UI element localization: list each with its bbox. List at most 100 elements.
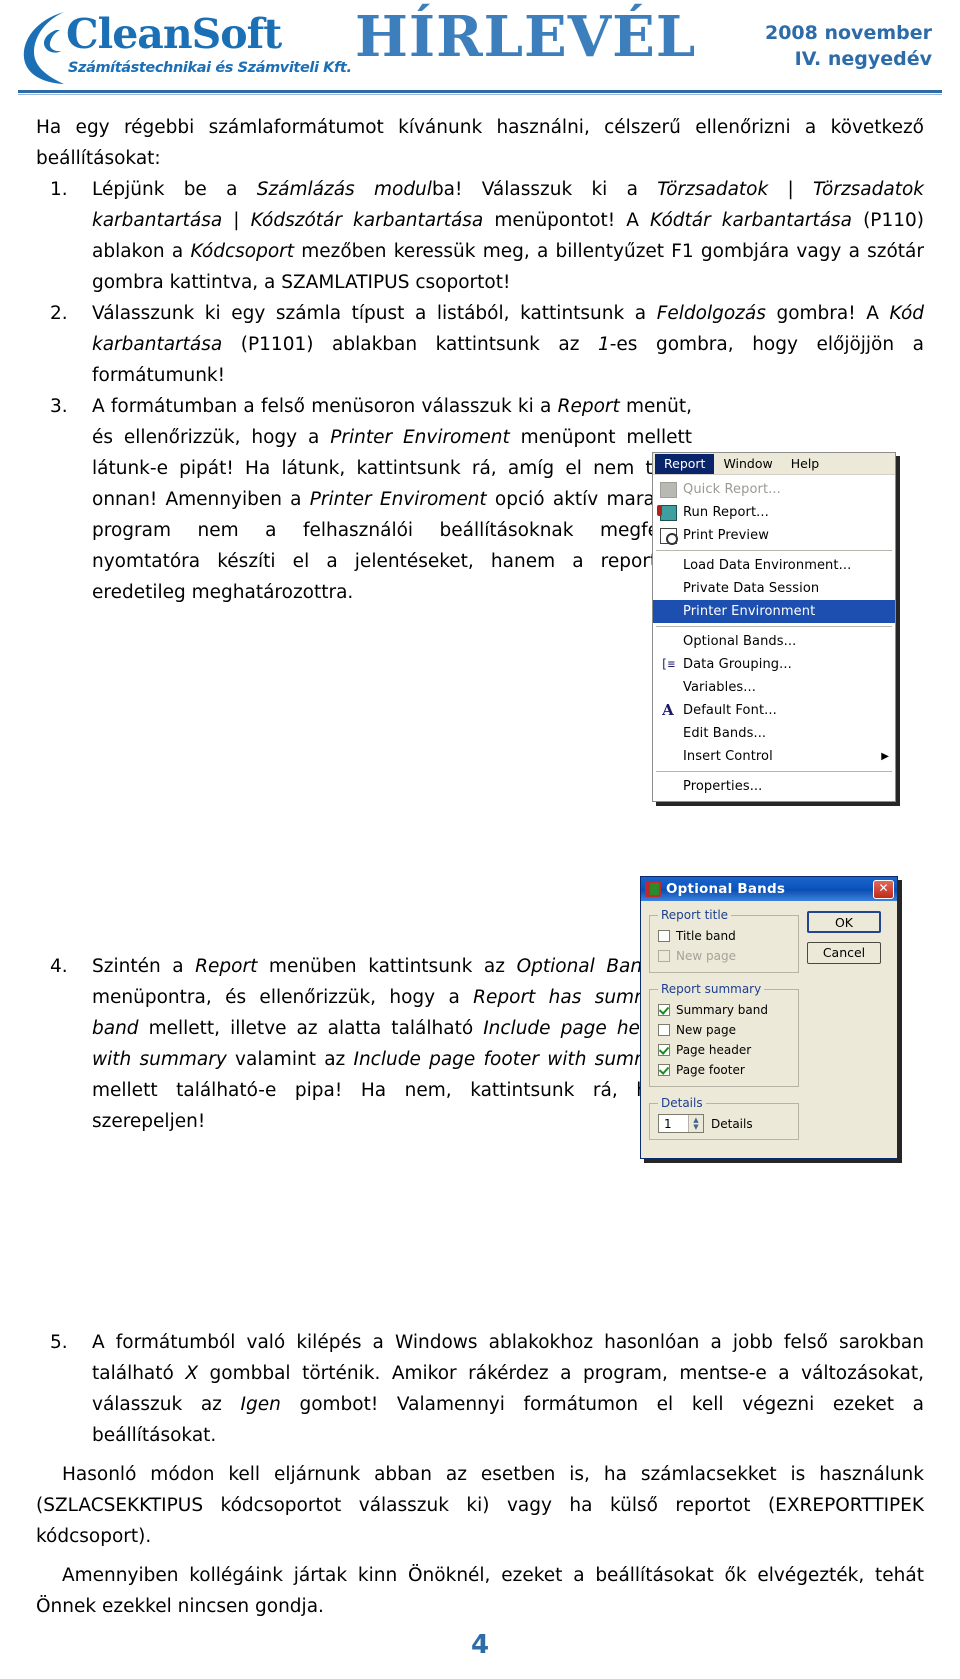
emphasis: X <box>185 1363 199 1384</box>
menu-item-variables[interactable]: Variables... <box>653 676 895 699</box>
step-text: A formátumból való kilépés a Windows abl… <box>92 1332 924 1446</box>
steps-list: 1. Lépjünk be a Számlázás modulba! Válas… <box>36 174 924 1451</box>
menu-item-load-data-environment[interactable]: Load Data Environment... <box>653 554 895 577</box>
optional-bands-dialog: Optional Bands ✕ Report title Title band… <box>640 876 898 1159</box>
cancel-button[interactable]: Cancel <box>807 942 881 964</box>
menubar-item-help[interactable]: Help <box>782 454 829 474</box>
menu-item-optional-bands[interactable]: Optional Bands... <box>653 630 895 653</box>
menu-item-printer-environment[interactable]: Printer Environment <box>653 600 895 623</box>
list-item: 2. Válasszunk ki egy számla típust a lis… <box>36 298 924 391</box>
details-spinner-row: 1 ▲ ▼ Details <box>658 1114 792 1133</box>
checkbox-title-band[interactable]: Title band <box>658 926 792 946</box>
list-item: 5. A formátumból való kilépés a Windows … <box>36 1327 924 1451</box>
menu-bar: Report Window Help <box>653 453 895 475</box>
ok-button[interactable]: OK <box>807 911 881 933</box>
report-title-group: Report title Title band New page <box>649 908 799 973</box>
checkbox-summary-new-page[interactable]: New page <box>658 1020 792 1040</box>
step-number: 3. <box>50 396 68 417</box>
checkbox-label: Summary band <box>676 1003 768 1017</box>
header-divider-thin <box>18 94 942 95</box>
menu-item-quick-report[interactable]: Quick Report... <box>653 478 895 501</box>
print-preview-icon <box>657 527 679 545</box>
no-icon <box>657 748 679 766</box>
menu-item-default-font[interactable]: A Default Font... <box>653 699 895 722</box>
checkbox-label: New page <box>676 949 736 963</box>
header-divider <box>18 90 942 93</box>
menubar-item-report[interactable]: Report <box>655 453 715 474</box>
emphasis: Printer Enviroment <box>330 427 510 448</box>
emphasis: Include page footer with summary <box>353 1049 682 1070</box>
no-icon <box>657 603 679 621</box>
menu-separator <box>656 550 892 551</box>
dialog-title: Optional Bands <box>666 881 786 897</box>
dialog-titlebar[interactable]: Optional Bands ✕ <box>641 877 897 901</box>
no-icon <box>657 633 679 651</box>
menu-item-label: Variables... <box>683 680 757 695</box>
emphasis: Printer Enviroment <box>309 489 487 510</box>
menu-item-label: Private Data Session <box>683 581 820 596</box>
no-icon <box>657 580 679 598</box>
menu-item-data-grouping[interactable]: [≡ Data Grouping... <box>653 653 895 676</box>
masthead-title: HÍRLEVÉL <box>355 4 697 70</box>
emphasis: Kódtár karbantartása <box>650 210 853 231</box>
checkbox-summary-band[interactable]: Summary band <box>658 1000 792 1020</box>
checkbox-box[interactable] <box>658 930 670 942</box>
checkbox-label: Page header <box>676 1043 752 1057</box>
step-text: Lépjünk be a Számlázás modulba! Válasszu… <box>92 179 924 293</box>
menu-item-private-data-session[interactable]: Private Data Session <box>653 577 895 600</box>
checkbox-box[interactable] <box>658 1024 670 1036</box>
details-value: 1 <box>664 1116 672 1131</box>
spinner-arrows-icon[interactable]: ▲ ▼ <box>688 1115 703 1132</box>
closing-paragraphs: Hasonló módon kell eljárnunk abban az es… <box>36 1459 924 1622</box>
menu-item-properties[interactable]: Properties... <box>653 775 895 798</box>
emphasis: Feldolgozás <box>656 303 766 324</box>
dialog-options-column: Report title Title band New page Report … <box>649 908 799 1149</box>
menu-item-label: Printer Environment <box>683 604 816 619</box>
menu-item-label: Run Report... <box>683 505 769 520</box>
checkbox-box[interactable] <box>658 1044 670 1056</box>
list-item: 1. Lépjünk be a Számlázás modulba! Válas… <box>36 174 924 298</box>
step-text: A formátumban a felső menüsoron válasszu… <box>92 396 692 603</box>
close-icon[interactable]: ✕ <box>873 879 894 899</box>
menu-separator <box>656 626 892 627</box>
issue-date: 2008 november <box>764 22 932 44</box>
emphasis: 1 <box>597 334 610 355</box>
menu-item-insert-control[interactable]: Insert Control ▶ <box>653 745 895 768</box>
menubar-item-window[interactable]: Window <box>714 454 781 474</box>
application-icon <box>645 881 661 897</box>
font-icon: A <box>662 701 674 719</box>
dialog-buttons-column: OK Cancel <box>807 908 885 1149</box>
checkbox-label: Page footer <box>676 1063 745 1077</box>
intro-paragraph: Ha egy régebbi számlaformátumot kívánunk… <box>36 117 924 169</box>
menu-item-label: Edit Bands... <box>683 726 767 741</box>
checkbox-box[interactable] <box>658 1004 670 1016</box>
step-number: 2. <box>50 303 68 324</box>
group-label: Report title <box>661 908 729 922</box>
menu-item-label: Print Preview <box>683 528 769 543</box>
step-text: Válasszunk ki egy számla típust a listáb… <box>92 303 925 386</box>
menu-item-edit-bands[interactable]: Edit Bands... <box>653 722 895 745</box>
details-group: Details 1 ▲ ▼ Details <box>649 1096 799 1140</box>
checkbox-page-header[interactable]: Page header <box>658 1040 792 1060</box>
menu-item-print-preview[interactable]: Print Preview <box>653 524 895 547</box>
menu-separator <box>656 771 892 772</box>
checkbox-title-new-page: New page <box>658 946 792 966</box>
checkbox-page-footer[interactable]: Page footer <box>658 1060 792 1080</box>
closing-paragraph-1: Hasonló módon kell eljárnunk abban az es… <box>36 1464 924 1547</box>
menu-item-run-report[interactable]: Run Report... <box>653 501 895 524</box>
menu-item-label: Optional Bands... <box>683 634 797 649</box>
submenu-arrow-icon: ▶ <box>881 750 889 762</box>
checkbox-label: New page <box>676 1023 736 1037</box>
run-report-icon <box>656 504 679 522</box>
emphasis: Report <box>557 396 620 417</box>
article-content: Ha egy régebbi számlaformátumot kívánunk… <box>36 112 924 1622</box>
issue-quarter: IV. negyedév <box>794 48 932 70</box>
menu-item-label: Properties... <box>683 779 763 794</box>
checkbox-box[interactable] <box>658 1064 670 1076</box>
details-stepper[interactable]: 1 ▲ ▼ <box>658 1114 704 1133</box>
issue-info: 2008 november IV. negyedév <box>765 20 932 72</box>
quick-report-icon <box>657 481 679 499</box>
group-label: Details <box>661 1096 703 1110</box>
group-label: Report summary <box>661 982 762 996</box>
emphasis: Report <box>195 956 258 977</box>
